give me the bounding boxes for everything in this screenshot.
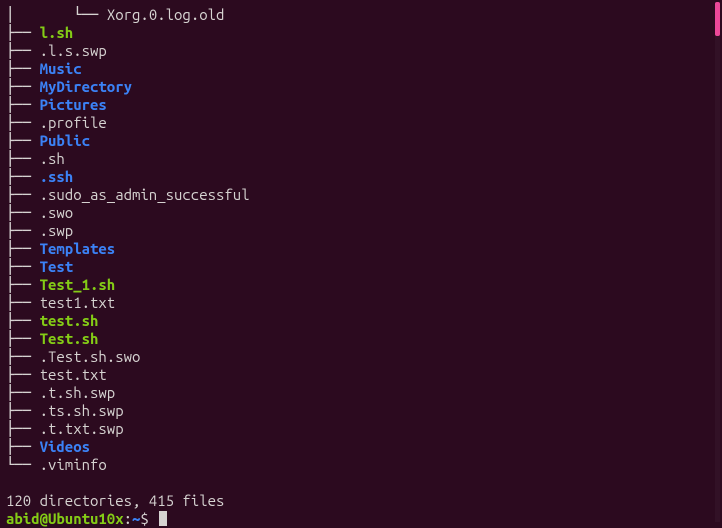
directory-name: Music (40, 60, 82, 77)
tree-row: ├── .t.txt.swp (6, 420, 716, 438)
scrollbar-track[interactable] (715, 2, 720, 522)
tree-branch-icon: └── (6, 456, 40, 473)
tree-row: │ └── Xorg.0.log.old (6, 6, 716, 24)
tree-row: ├── .swo (6, 204, 716, 222)
tree-row: ├── .ssh (6, 168, 716, 186)
prompt-user-host: abid@Ubuntu10x (6, 510, 124, 527)
prompt-colon: : (124, 510, 132, 527)
cursor-icon (159, 511, 167, 526)
tree-row: ├── Music (6, 60, 716, 78)
tree-branch-icon: ├── (6, 420, 40, 437)
scrollbar-thumb[interactable] (715, 2, 720, 36)
file-name: .Test.sh.swo (40, 348, 141, 365)
tree-branch-icon: ├── (6, 366, 40, 383)
directory-name: Videos (40, 438, 90, 455)
tree-row: ├── Pictures (6, 96, 716, 114)
file-name: .t.sh.swp (40, 384, 116, 401)
tree-row: ├── l.sh (6, 24, 716, 42)
tree-branch-icon: ├── (6, 294, 40, 311)
tree-branch-icon: ├── (6, 438, 40, 455)
tree-branch-icon: ├── (6, 240, 40, 257)
directory-name: Public (40, 132, 90, 149)
tree-row: ├── .sh (6, 150, 716, 168)
tree-row: ├── Test.sh (6, 330, 716, 348)
tree-branch-icon: │ └── (6, 6, 107, 23)
tree-branch-icon: ├── (6, 150, 40, 167)
tree-row: ├── test1.txt (6, 294, 716, 312)
tree-branch-icon: ├── (6, 276, 40, 293)
tree-row: ├── .Test.sh.swo (6, 348, 716, 366)
file-name: .swp (40, 222, 74, 239)
tree-branch-icon: ├── (6, 348, 40, 365)
directory-name: Templates (40, 240, 116, 257)
tree-branch-icon: ├── (6, 42, 40, 59)
tree-row: ├── .profile (6, 114, 716, 132)
tree-row: ├── .sudo_as_admin_successful (6, 186, 716, 204)
tree-branch-icon: ├── (6, 258, 40, 275)
tree-row: ├── Test_1.sh (6, 276, 716, 294)
tree-row: ├── Templates (6, 240, 716, 258)
file-name: Xorg.0.log.old (107, 6, 225, 23)
tree-branch-icon: ├── (6, 96, 40, 113)
directory-name: MyDirectory (40, 78, 132, 95)
prompt-dollar: $ (140, 510, 157, 527)
tree-branch-icon: ├── (6, 24, 40, 41)
tree-branch-icon: ├── (6, 186, 40, 203)
tree-branch-icon: ├── (6, 222, 40, 239)
tree-branch-icon: ├── (6, 60, 40, 77)
tree-branch-icon: ├── (6, 204, 40, 221)
tree-branch-icon: ├── (6, 114, 40, 131)
tree-output: │ └── Xorg.0.log.old├── l.sh├── .l.s.swp… (6, 6, 716, 474)
file-name: .ts.sh.swp (40, 402, 124, 419)
file-name: .l.s.swp (40, 42, 107, 59)
tree-branch-icon: ├── (6, 132, 40, 149)
shell-prompt[interactable]: abid@Ubuntu10x:~$ (6, 510, 716, 528)
directory-name: Test (40, 258, 74, 275)
tree-row: └── .viminfo (6, 456, 716, 474)
directory-name: Pictures (40, 96, 107, 113)
tree-row: ├── Videos (6, 438, 716, 456)
tree-branch-icon: ├── (6, 312, 40, 329)
tree-row: ├── .swp (6, 222, 716, 240)
tree-summary: 120 directories, 415 files (6, 492, 716, 510)
tree-row: ├── Test (6, 258, 716, 276)
tree-row: ├── .l.s.swp (6, 42, 716, 60)
tree-row: ├── test.sh (6, 312, 716, 330)
tree-row: ├── .ts.sh.swp (6, 402, 716, 420)
file-name: test1.txt (40, 294, 116, 311)
file-name: .profile (40, 114, 107, 131)
tree-row: ├── MyDirectory (6, 78, 716, 96)
directory-name: .ssh (40, 168, 74, 185)
tree-branch-icon: ├── (6, 384, 40, 401)
file-name: .sh (40, 150, 65, 167)
file-name: .viminfo (40, 456, 107, 473)
file-name: .t.txt.swp (40, 420, 124, 437)
tree-branch-icon: ├── (6, 330, 40, 347)
file-name: .swo (40, 204, 74, 221)
tree-row: ├── Public (6, 132, 716, 150)
file-name: .sudo_as_admin_successful (40, 186, 250, 203)
tree-row: ├── test.txt (6, 366, 716, 384)
executable-name: l.sh (40, 24, 74, 41)
file-name: test.txt (40, 366, 107, 383)
tree-branch-icon: ├── (6, 168, 40, 185)
executable-name: Test_1.sh (40, 276, 116, 293)
tree-branch-icon: ├── (6, 402, 40, 419)
executable-name: Test.sh (40, 330, 99, 347)
executable-name: test.sh (40, 312, 99, 329)
tree-row: ├── .t.sh.swp (6, 384, 716, 402)
tree-branch-icon: ├── (6, 78, 40, 95)
